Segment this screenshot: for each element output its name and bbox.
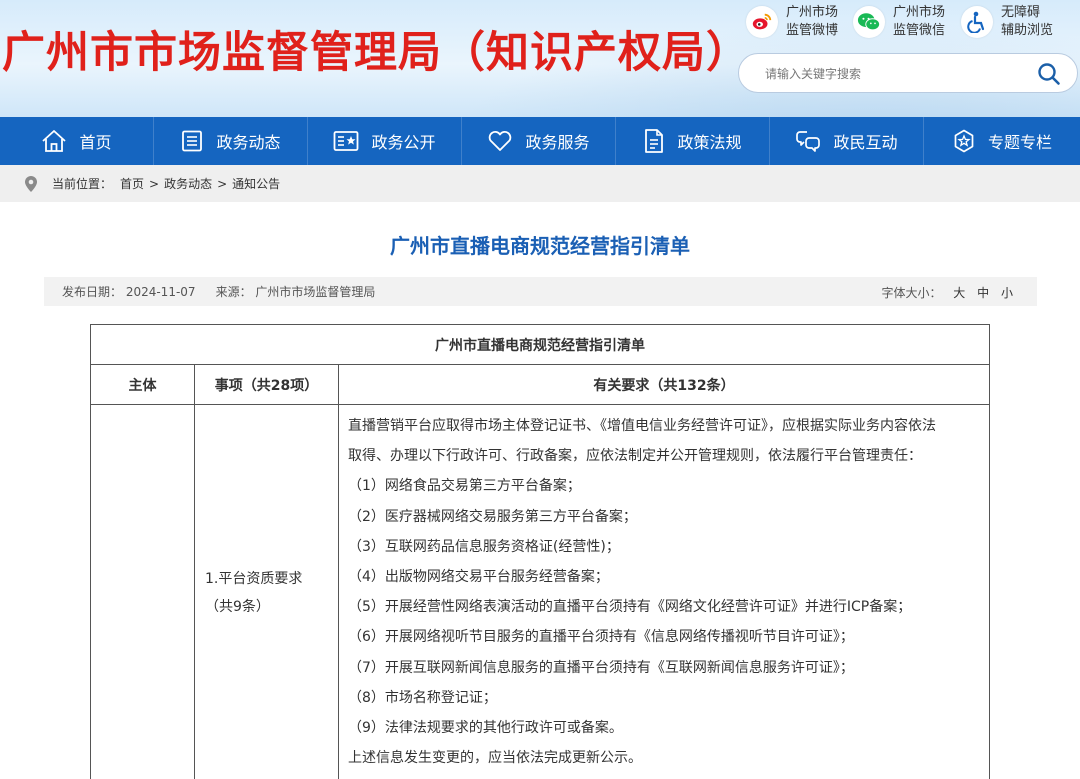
item-title: 1.平台资质要求 — [205, 571, 303, 588]
requirements-cell: 直播营销平台应取得市场主体登记证书、《增值电信业务经营许可证》，应根据实际业务内… — [338, 403, 990, 779]
header-requirements: 有关要求（共132条） — [338, 364, 990, 405]
wechat-icon — [853, 6, 885, 38]
site-title: 广州市市场监督管理局（知识产权局） — [2, 28, 750, 78]
breadcrumb-notices[interactable]: 通知公告 — [232, 175, 280, 192]
publish-date: 发布日期： 2024-11-07 — [62, 285, 196, 299]
nav-policy[interactable]: 政策法规 — [616, 117, 770, 165]
nav-disclosure-label: 政务公开 — [371, 133, 436, 152]
requirement-line: （6）开展网络视听节目服务的直播平台须持有《信息网络传播视听节目许可证》； — [348, 629, 854, 646]
article-title: 广州市直播电商规范经营指引清单 — [390, 234, 690, 258]
requirement-line: （7）开展互联网新闻信息服务的直播平台须持有《互联网新闻信息服务许可证》； — [348, 659, 854, 676]
heart-icon — [489, 130, 512, 151]
nav-disclosure[interactable]: 政务公开 — [308, 117, 462, 165]
nav-news-label: 政务动态 — [216, 133, 281, 152]
item-count: （共9条） — [205, 599, 270, 616]
interaction-icon — [796, 131, 821, 152]
nav-service[interactable]: 政务服务 — [462, 117, 616, 165]
site-header: 广州市市场监督管理局（知识产权局） 广州市场 监管微博 广州市场 监管微信 无障… — [0, 0, 1080, 117]
subject-cell — [90, 403, 195, 779]
home-icon — [42, 130, 67, 152]
topic-icon — [954, 129, 974, 153]
table-row: 1.平台资质要求 （共9条） 直播营销平台应取得市场主体登记证书、《增值电信业务… — [90, 403, 990, 779]
accessibility-icon — [961, 6, 993, 38]
breadcrumb-separator: > — [149, 176, 160, 191]
article-meta: 发布日期： 2024-11-07 来源： 广州市市场监督管理局 字体大小： 大 … — [44, 277, 1037, 306]
nav-interaction[interactable]: 政民互动 — [770, 117, 924, 165]
breadcrumb-prefix: 当前位置： — [52, 177, 113, 191]
requirement-line: 直播营销平台应取得市场主体登记证书、《增值电信业务经营许可证》，应根据实际业务内… — [348, 418, 936, 434]
disclosure-icon — [334, 131, 359, 151]
nav-service-label: 政务服务 — [525, 133, 590, 152]
nav-topics-label: 专题专栏 — [987, 133, 1052, 152]
requirement-line: （4）出版物网络交易平台服务经营备案； — [348, 569, 609, 586]
font-size-control: 字体大小： 大 中 小 — [881, 284, 1013, 301]
breadcrumb-separator: > — [217, 176, 228, 191]
nav-home[interactable]: 首页 — [0, 117, 154, 165]
header-item: 事项（共28项） — [194, 364, 339, 405]
weibo-link[interactable]: 广州市场 监管微博 — [746, 4, 848, 40]
requirement-line: 上述信息发生变更的，应当依法完成更新公示。 — [348, 750, 642, 767]
table-caption: 广州市直播电商规范经营指引清单 — [90, 324, 990, 365]
search-box — [738, 53, 1078, 93]
accessibility-label-1: 无障碍 — [1001, 5, 1041, 20]
requirement-line: （2）医疗器械网络交易服务第三方平台备案； — [348, 508, 637, 525]
nav-policy-label: 政策法规 — [677, 133, 742, 152]
main-nav: 首页 政务动态 政务公开 政务服务 政策法规 政民互动 专题专栏 — [0, 117, 1080, 165]
item-cell: 1.平台资质要求 （共9条） — [194, 403, 339, 779]
requirement-line: （5）开展经营性网络表演活动的直播平台须持有《网络文化经营许可证》并进行ICP备… — [348, 599, 912, 616]
requirement-line: （8）市场名称登记证； — [348, 689, 497, 706]
font-size-large[interactable]: 大 — [953, 286, 965, 300]
nav-interaction-label: 政民互动 — [833, 133, 898, 152]
weibo-label-2: 监管微博 — [786, 23, 839, 38]
weibo-icon — [746, 6, 778, 38]
nav-home-label: 首页 — [79, 133, 112, 152]
header-subject: 主体 — [90, 364, 195, 405]
requirement-line: 取得、办理以下行政许可、行政备案，应依法制定并公开管理规则，依法履行平台管理责任… — [348, 448, 922, 465]
nav-news[interactable]: 政务动态 — [154, 117, 308, 165]
breadcrumb-home[interactable]: 首页 — [120, 175, 144, 192]
breadcrumb-news[interactable]: 政务动态 — [164, 175, 212, 192]
search-icon[interactable] — [1037, 62, 1061, 86]
article-source: 来源： 广州市市场监督管理局 — [215, 285, 376, 299]
news-icon — [182, 130, 203, 152]
font-size-label: 字体大小： — [881, 286, 942, 300]
search-input[interactable] — [765, 64, 1025, 84]
font-size-small[interactable]: 小 — [1001, 286, 1013, 300]
nav-topics[interactable]: 专题专栏 — [924, 117, 1080, 165]
wechat-label-2: 监管微信 — [893, 23, 946, 38]
guide-table: 广州市直播电商规范经营指引清单 主体 事项（共28项） 有关要求（共132条） … — [90, 324, 990, 779]
wechat-label-1: 广州市场 — [893, 5, 946, 20]
accessibility-label-2: 辅助浏览 — [1001, 23, 1054, 38]
document-icon — [645, 129, 664, 153]
accessibility-link[interactable]: 无障碍 辅助浏览 — [961, 4, 1063, 40]
requirement-line: （3）互联网药品信息服务资格证(经营性)； — [348, 538, 620, 555]
breadcrumb: 当前位置： 首页 > 政务动态 > 通知公告 — [0, 165, 1080, 202]
font-size-medium[interactable]: 中 — [977, 286, 989, 300]
requirement-line: （9）法律法规要求的其他行政许可或备案。 — [348, 720, 623, 737]
requirement-line: （1）网络食品交易第三方平台备案； — [348, 478, 581, 495]
weibo-label-1: 广州市场 — [786, 5, 839, 20]
wechat-link[interactable]: 广州市场 监管微信 — [853, 4, 955, 40]
location-pin-icon — [25, 175, 37, 192]
